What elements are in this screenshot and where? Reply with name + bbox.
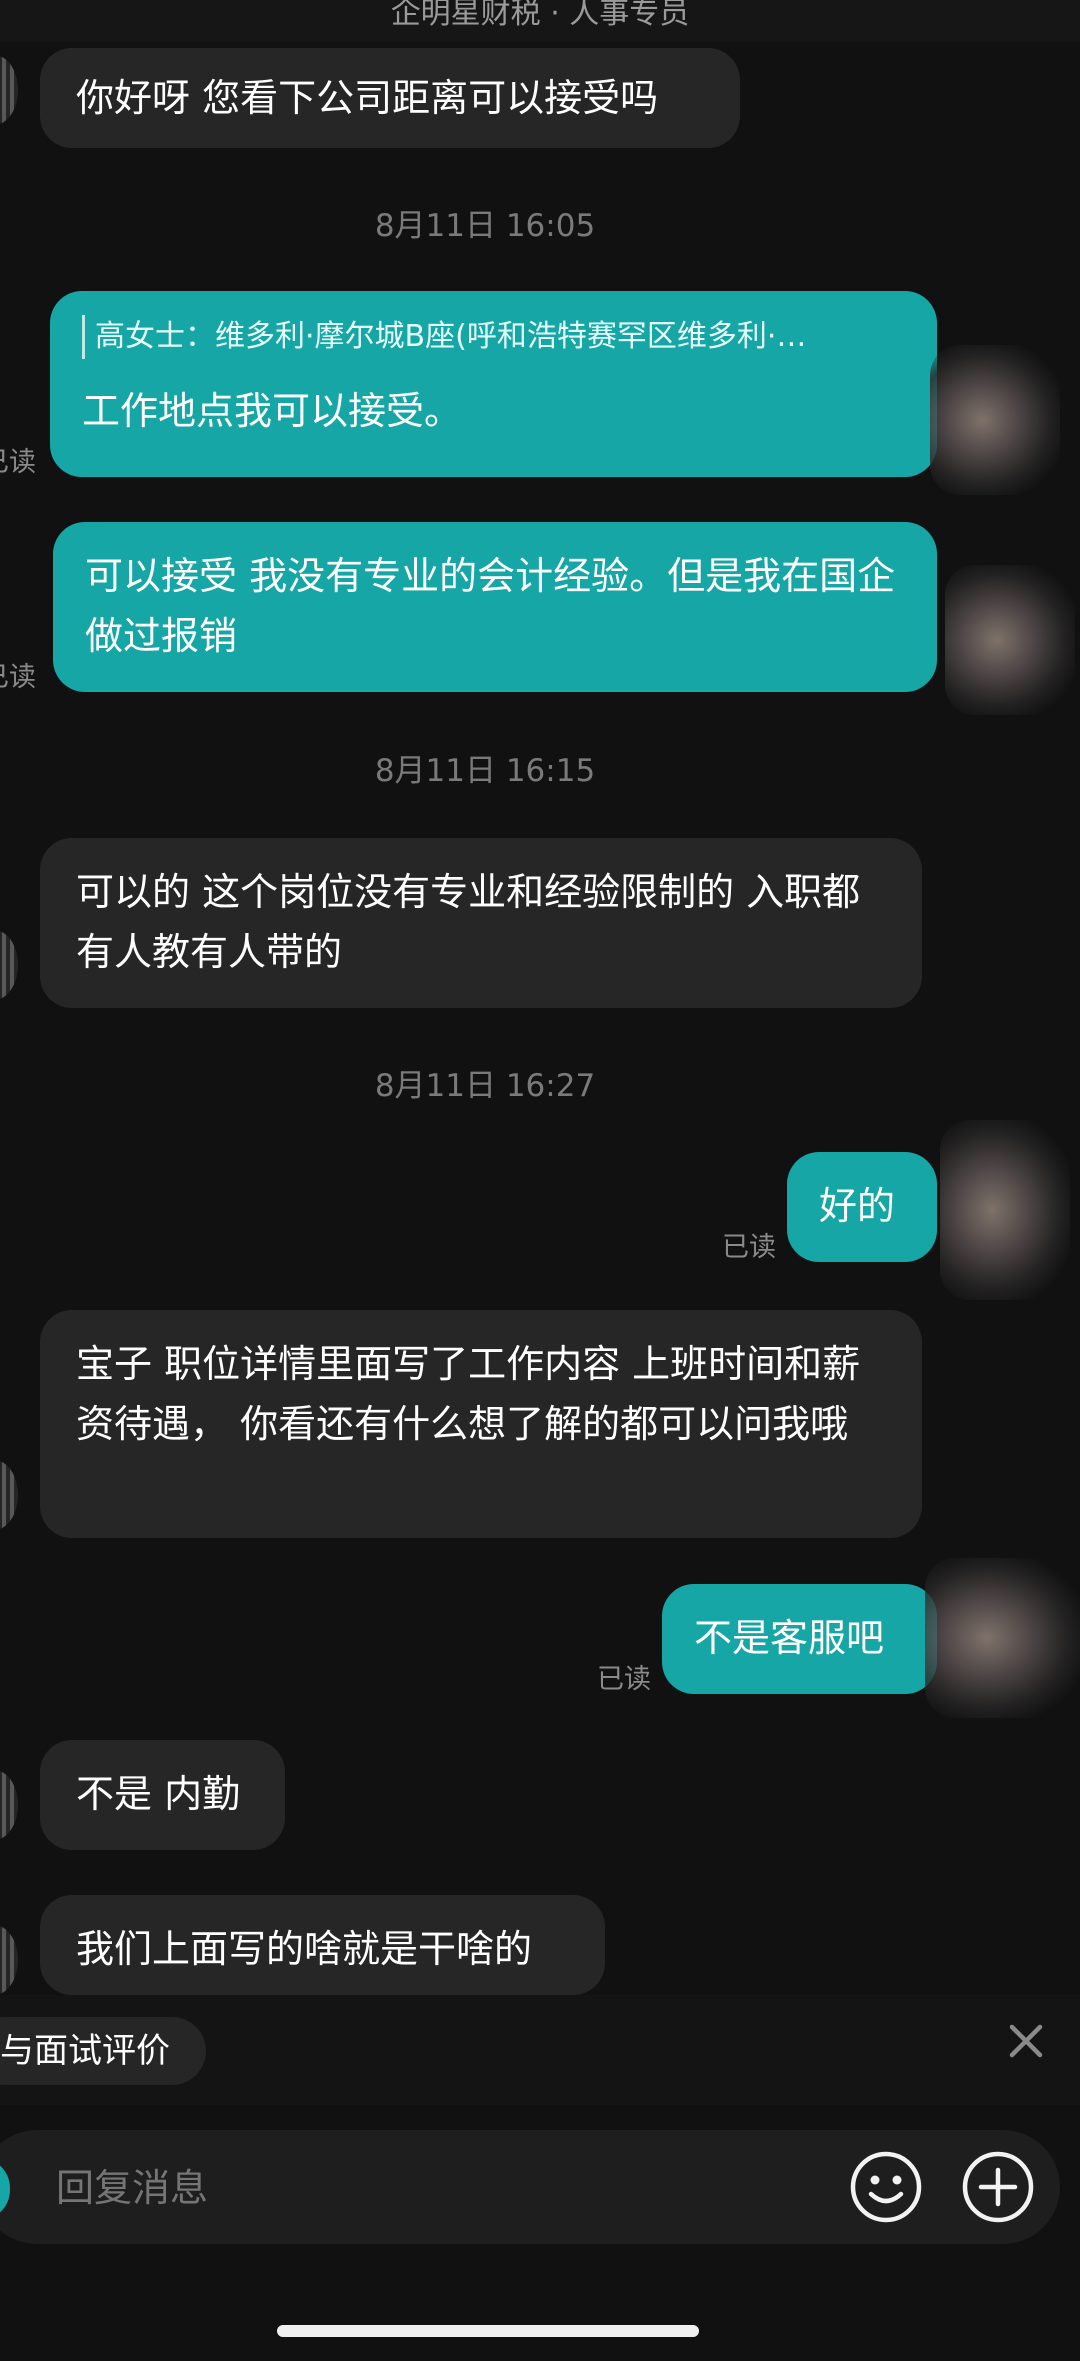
hr-avatar[interactable] [0,1925,18,1995]
message-text: 宝子 职位详情里面写了工作内容 上班时间和薪资待遇， 你看还有什么想了解的都可以… [76,1342,861,1446]
hr-avatar[interactable] [0,1460,18,1530]
emoji-icon[interactable] [849,2150,923,2224]
outgoing-message[interactable]: 高女士：维多利·摩尔城B座(呼和浩特赛罕区维多利·… 工作地点我可以接受。 [50,291,937,477]
incoming-message[interactable]: 宝子 职位详情里面写了工作内容 上班时间和薪资待遇， 你看还有什么想了解的都可以… [40,1310,922,1538]
message-text: 好的 [819,1184,896,1228]
quoted-message: 高女士：维多利·摩尔城B座(呼和浩特赛罕区维多利·… [82,315,905,359]
incoming-message[interactable]: 可以的 这个岗位没有专业和经验限制的 入职都有人教有人带的 [40,838,922,1008]
message-text: 工作地点我可以接受。 [82,389,463,433]
reply-input[interactable] [54,2130,758,2246]
hr-avatar[interactable] [0,1770,18,1840]
my-avatar[interactable] [940,1120,1070,1300]
close-icon[interactable] [1000,2015,1052,2067]
message-text: 可以接受 我没有专业的会计经验。但是我在国企做过报销 [85,554,896,658]
timestamp: 8月11日 16:27 [374,1068,596,1104]
incoming-message[interactable]: 你好呀 您看下公司距离可以接受吗 [40,48,740,148]
voice-toggle-icon[interactable] [0,2158,10,2220]
my-avatar[interactable] [945,565,1075,715]
chat-header: 企明星财税 · 人事专员 [0,0,1080,42]
read-receipt: 已读 [0,662,36,693]
message-text: 你好呀 您看下公司距离可以接受吗 [76,76,659,120]
hr-avatar[interactable] [0,930,18,1000]
message-text: 不是 内勤 [76,1772,241,1816]
my-avatar[interactable] [930,345,1060,495]
outgoing-message[interactable]: 可以接受 我没有专业的会计经验。但是我在国企做过报销 [53,522,937,692]
read-receipt: 已读 [722,1232,776,1263]
chat-title: 企明星财税 · 人事专员 [390,0,690,31]
chat-area: 你好呀 您看下公司距离可以接受吗 8月11日 16:05 已读 高女士：维多利·… [0,0,1080,1995]
incoming-message[interactable]: 不是 内勤 [40,1740,285,1850]
timestamp: 8月11日 16:05 [374,208,596,244]
incoming-message[interactable]: 我们上面写的啥就是干啥的 [40,1895,605,1995]
read-receipt: 已读 [597,1664,651,1695]
outgoing-message[interactable]: 好的 [787,1152,937,1262]
hr-avatar[interactable] [0,55,18,125]
message-text: 我们上面写的啥就是干啥的 [76,1927,533,1971]
interview-review-chip[interactable]: 与面试评价 [0,2017,206,2085]
plus-icon[interactable] [961,2150,1035,2224]
timestamp: 8月11日 16:15 [374,753,596,789]
message-text: 不是客服吧 [694,1616,885,1660]
message-text: 可以的 这个岗位没有专业和经验限制的 入职都有人教有人带的 [76,870,861,974]
outgoing-message[interactable]: 不是客服吧 [662,1584,937,1694]
home-indicator[interactable] [277,2325,699,2337]
quick-action-strip: 与面试评价 [0,1995,1080,2105]
my-avatar[interactable] [925,1558,1080,1718]
read-receipt: 已读 [0,447,36,478]
